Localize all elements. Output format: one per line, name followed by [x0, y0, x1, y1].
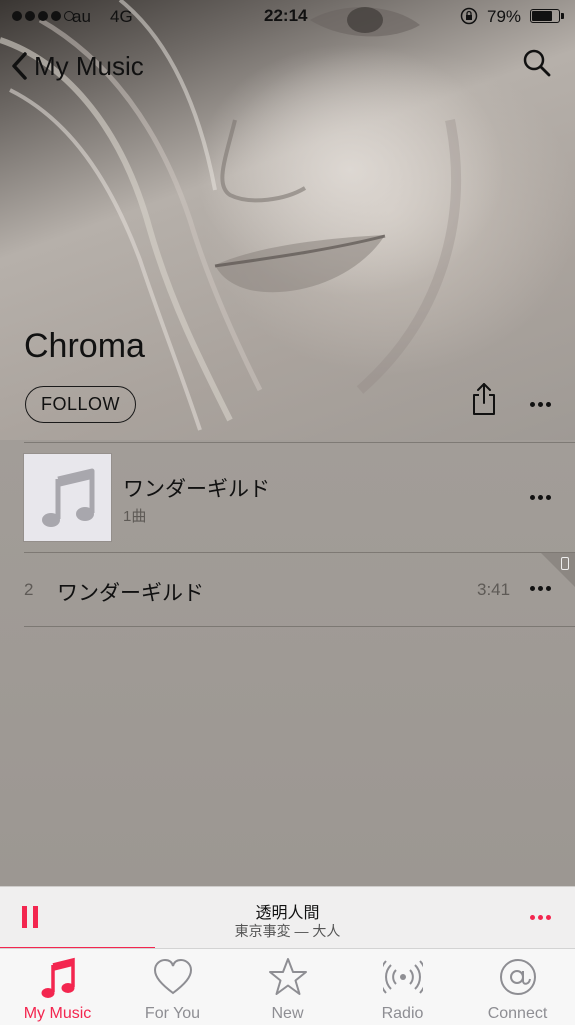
tab-my-music[interactable]: My Music: [0, 949, 115, 1025]
tab-label: New: [271, 1005, 304, 1022]
tab-label: My Music: [23, 1005, 92, 1022]
tab-new[interactable]: New: [230, 949, 345, 1025]
signal-strength-icon: [12, 11, 74, 21]
track-title: ワンダーギルド: [57, 582, 204, 605]
divider: [24, 626, 575, 627]
rotation-lock-icon: [460, 7, 478, 25]
tab-label: Connect: [487, 1005, 548, 1022]
star-icon: [269, 958, 307, 995]
heart-icon: [153, 958, 193, 995]
track-duration: 3:41: [477, 580, 511, 599]
album-title: ワンダーギルド: [123, 478, 270, 501]
album-track-count: 1曲: [123, 508, 147, 525]
network-type: 4G: [110, 7, 133, 26]
radio-broadcast-icon: [383, 960, 423, 994]
search-icon[interactable]: [518, 44, 554, 80]
tab-radio[interactable]: Radio: [345, 949, 460, 1025]
at-sign-icon: [500, 959, 536, 995]
battery-percent: 79%: [487, 7, 522, 26]
clock: 22:14: [264, 6, 308, 25]
now-playing-more-button[interactable]: [525, 907, 555, 927]
track-more-button[interactable]: [525, 578, 555, 598]
album-artwork: [24, 454, 111, 541]
tab-label: For You: [144, 1005, 201, 1022]
status-bar: au 4G 22:14 79%: [0, 0, 575, 34]
now-playing-title: 透明人間: [255, 905, 320, 922]
track-row[interactable]: 2 ワンダーギルド 3:41: [0, 553, 575, 626]
mini-player[interactable]: 透明人間 東京事変 — 大人: [0, 886, 575, 949]
tab-bar: My Music For You New Radio Connect: [0, 948, 575, 1025]
share-icon[interactable]: [470, 381, 498, 417]
artist-name: Chroma: [24, 327, 145, 365]
artist-more-button[interactable]: [525, 394, 555, 414]
now-playing-subtitle: 東京事変 — 大人: [234, 923, 341, 939]
back-label: My Music: [34, 50, 144, 81]
follow-button[interactable]: FOLLOW: [25, 386, 136, 423]
track-number: 2: [24, 580, 34, 599]
album-row[interactable]: ワンダーギルド 1曲: [0, 443, 575, 552]
back-button[interactable]: My Music: [10, 46, 144, 86]
music-note-icon: [41, 957, 75, 998]
tab-connect[interactable]: Connect: [460, 949, 575, 1025]
album-more-button[interactable]: [525, 487, 555, 507]
phone-icon: [561, 557, 569, 570]
battery-icon: [530, 9, 564, 23]
carrier-name: au: [72, 7, 91, 26]
tab-for-you[interactable]: For You: [115, 949, 230, 1025]
chevron-left-icon: [12, 52, 27, 80]
tab-label: Radio: [381, 1005, 424, 1022]
music-note-icon: [41, 468, 94, 527]
